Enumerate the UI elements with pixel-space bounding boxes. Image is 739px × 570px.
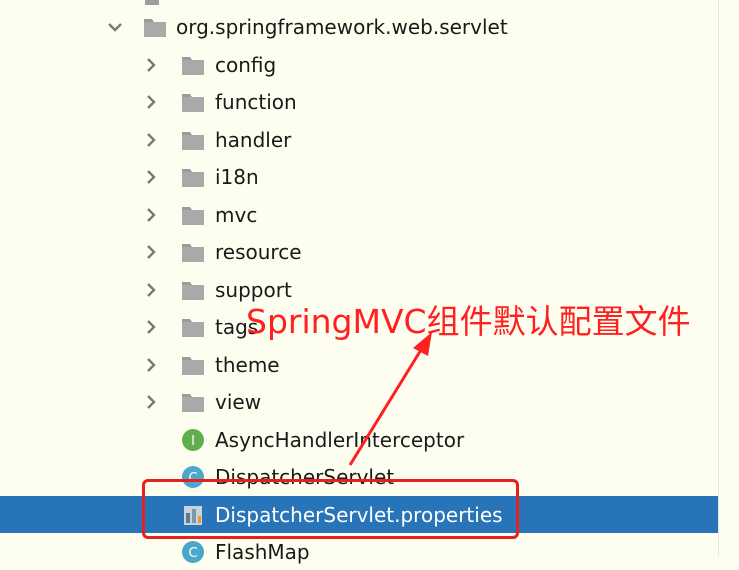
package-icon — [143, 15, 167, 39]
chevron-right-icon[interactable] — [142, 131, 160, 149]
chevron-down-icon[interactable] — [106, 18, 124, 36]
tree-row-handler[interactable]: handler — [0, 121, 719, 158]
tree-row-theme[interactable]: theme — [0, 346, 719, 383]
tree-row-resource[interactable]: resource — [0, 233, 719, 270]
chevron-right-icon[interactable] — [142, 93, 160, 111]
chevron-right-icon[interactable] — [142, 281, 160, 299]
tree-item-label: org.springframework.web.servlet — [176, 14, 508, 39]
tree-item-label: DispatcherServlet — [215, 464, 395, 489]
package-icon — [181, 165, 205, 189]
chevron-right-icon[interactable] — [142, 243, 160, 261]
tree-item-label: resource — [215, 239, 302, 264]
package-icon — [181, 390, 205, 414]
tree-item-label: FlashMap — [215, 539, 310, 564]
tree-row-asynchandlerinterceptor[interactable]: I AsyncHandlerInterceptor — [0, 421, 719, 458]
tree-item-label: DispatcherServlet.properties — [215, 502, 503, 527]
chevron-right-icon[interactable] — [142, 356, 160, 374]
package-icon — [181, 128, 205, 152]
properties-file-icon — [181, 503, 205, 527]
tree-row-mvc[interactable]: mvc — [0, 196, 719, 233]
chevron-right-icon[interactable] — [142, 393, 160, 411]
chevron-right-icon[interactable] — [142, 168, 160, 186]
vertical-scrollbar[interactable] — [718, 0, 739, 557]
scroll-stub — [145, 0, 159, 5]
tree-row-config[interactable]: config — [0, 46, 719, 83]
chevron-right-icon[interactable] — [142, 56, 160, 74]
tree-row-dispatcherservlet-properties[interactable]: DispatcherServlet.properties — [0, 496, 719, 533]
class-icon: C — [181, 540, 205, 564]
package-icon — [181, 315, 205, 339]
tree-item-label: mvc — [215, 202, 258, 227]
tree-row-flashmap[interactable]: C FlashMap — [0, 533, 719, 570]
tree-row-root-package[interactable]: org.springframework.web.servlet — [0, 8, 719, 45]
chevron-right-icon[interactable] — [142, 206, 160, 224]
interface-icon: I — [181, 428, 205, 452]
project-tree: org.springframework.web.servlet config f… — [0, 0, 739, 564]
package-icon — [181, 278, 205, 302]
tree-item-label: theme — [215, 352, 280, 377]
tree-row-function[interactable]: function — [0, 83, 719, 120]
tree-item-label: view — [215, 389, 262, 414]
tree-row-view[interactable]: view — [0, 383, 719, 420]
package-icon — [181, 240, 205, 264]
package-icon — [181, 53, 205, 77]
package-icon — [181, 90, 205, 114]
tree-item-label: AsyncHandlerInterceptor — [215, 427, 465, 452]
package-icon — [181, 353, 205, 377]
tree-item-label: i18n — [215, 164, 259, 189]
tree-item-label: handler — [215, 127, 292, 152]
interface-icon-glyph: I — [191, 434, 195, 449]
tree-row-dispatcherservlet[interactable]: C DispatcherServlet — [0, 458, 719, 495]
tree-item-label: config — [215, 52, 277, 77]
class-icon-glyph: C — [188, 471, 197, 486]
tree-item-label: function — [215, 89, 297, 114]
chevron-right-icon[interactable] — [142, 318, 160, 336]
tree-row-i18n[interactable]: i18n — [0, 158, 719, 195]
class-icon-glyph: C — [188, 546, 197, 561]
annotation-text: SpringMVC组件默认配置文件 — [246, 302, 691, 341]
class-icon: C — [181, 465, 205, 489]
package-icon — [181, 203, 205, 227]
